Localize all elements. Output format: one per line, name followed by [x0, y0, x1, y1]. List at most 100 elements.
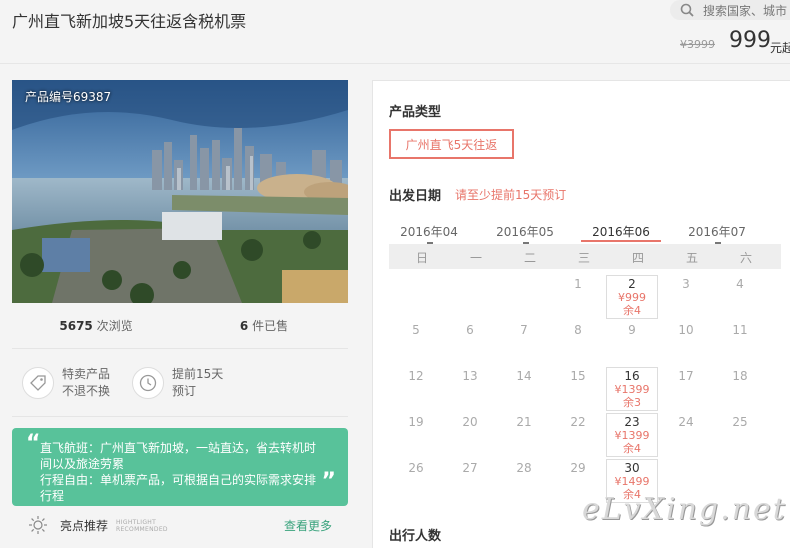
date-price: ¥1499	[614, 475, 650, 488]
highlight-summary: “ 直飞航班：广州直飞新加坡，一站直达，省去转机时 间以及旅途劳累 行程自由：单…	[12, 428, 348, 506]
calendar-day: 3	[682, 277, 690, 291]
calendar-day: 2	[628, 277, 636, 291]
calendar-day: 27	[462, 461, 478, 475]
recommend-en-2: RECOMMENDED	[116, 526, 168, 533]
close-quote-icon: ”	[321, 469, 336, 494]
product-photo: 产品编号69387	[12, 80, 348, 303]
booking-panel: 产品类型 广州直飞5天往返 出发日期 请至少提前15天预订 2016年04 201…	[372, 80, 790, 548]
month-tab[interactable]: 2016年05	[485, 223, 565, 244]
calendar-day: 23	[624, 415, 640, 429]
calendar-day: 15	[570, 369, 586, 383]
calendar-day: 17	[678, 369, 694, 383]
month-tabs: 2016年04 2016年05 2016年06 2016年07	[389, 219, 781, 247]
sold-stat: 6 件已售	[180, 317, 348, 334]
active-month-underline	[581, 240, 661, 242]
original-price: ¥3999	[680, 38, 715, 51]
feature-advance-line1: 提前15天	[172, 366, 224, 381]
date-remaining: 余4	[623, 442, 641, 455]
calendar-day: 30	[624, 461, 640, 475]
site-watermark: eLvXing.net	[582, 492, 787, 527]
travelers-title: 出行人数	[389, 529, 442, 544]
view-more-link[interactable]: 查看更多	[284, 517, 332, 534]
open-quote-icon: “	[26, 431, 41, 456]
month-tab[interactable]: 2016年04	[389, 223, 469, 244]
search-icon	[680, 3, 694, 17]
month-tab[interactable]: 2016年07	[677, 223, 757, 244]
recommend-row: 亮点推荐 HIGHTLIGHT RECOMMENDED 查看更多	[12, 506, 348, 542]
month-tab[interactable]: 2016年06	[581, 223, 661, 242]
feature-sale: 特卖产品 不退不换	[22, 366, 132, 400]
product-summary: 产品编号69387 5675 次浏览 6 件已售 特卖产品 不退不换 提前15天…	[12, 80, 348, 542]
weekday-label: 日	[415, 251, 428, 265]
product-type-title: 产品类型	[389, 105, 442, 120]
header-bar: 广州直飞新加坡5天往返含税机票 搜索国家、城市 ¥3999 999 元起	[0, 0, 790, 64]
calendar-day: 20	[462, 415, 478, 429]
recommend-subtitle: HIGHTLIGHT RECOMMENDED	[116, 519, 168, 533]
sold-count: 6	[239, 319, 249, 333]
weekday-label: 五	[685, 251, 698, 265]
calendar-day: 25	[732, 415, 748, 429]
feature-advance-line2: 预订	[172, 383, 197, 398]
calendar-day: 19	[408, 415, 424, 429]
feature-advance: 提前15天 预订	[132, 366, 242, 400]
departure-note: 请至少提前15天预订	[455, 188, 567, 202]
page-title: 广州直飞新加坡5天往返含税机票	[12, 12, 247, 31]
date-price: ¥1399	[614, 429, 650, 442]
date-remaining: 余4	[623, 304, 641, 317]
date-price: ¥1399	[614, 383, 650, 396]
recommend-title: 亮点推荐	[60, 519, 109, 533]
weekday-label: 一	[469, 251, 482, 265]
month-tab-label: 2016年07	[688, 225, 746, 239]
calendar-day: 16	[624, 369, 640, 383]
highlight-line: 行程	[40, 489, 65, 503]
clock-icon	[132, 366, 164, 399]
highlight-line: 间以及旅途劳累	[40, 457, 125, 471]
current-price: 999	[729, 28, 771, 53]
weekday-label: 六	[739, 251, 752, 265]
sun-icon	[29, 516, 47, 534]
calendar-day: 22	[570, 415, 586, 429]
calendar-day: 4	[736, 277, 744, 291]
calendar-day: 1	[574, 277, 582, 291]
available-date-cell[interactable]: 23 ¥1399 余4	[606, 413, 658, 457]
search-placeholder: 搜索国家、城市	[703, 4, 788, 18]
calendar-day: 12	[408, 369, 424, 383]
views-stat: 5675 次浏览	[12, 317, 180, 334]
calendar-day: 29	[570, 461, 586, 475]
calendar-day: 10	[678, 323, 694, 337]
highlight-line: 行程自由：单机票产品，可根据自己的实际需求安排	[40, 473, 317, 487]
calendar-day: 7	[520, 323, 528, 337]
features-row: 特卖产品 不退不换 提前15天 预订	[12, 349, 348, 417]
month-tab-label: 2016年05	[496, 225, 554, 239]
highlight-line: 直飞航班：广州直飞新加坡，一站直达，省去转机时	[40, 441, 317, 455]
calendar-day: 18	[732, 369, 748, 383]
calendar-day: 26	[408, 461, 424, 475]
calendar-day: 8	[574, 323, 582, 337]
feature-sale-line2: 不退不换	[62, 383, 111, 398]
singapore-skyline-image	[12, 80, 348, 303]
calendar-day: 11	[732, 323, 748, 337]
tag-icon	[22, 366, 54, 399]
calendar-day: 6	[466, 323, 474, 337]
weekday-header: 日一二三四五六	[389, 244, 781, 269]
date-remaining: 余3	[623, 396, 641, 409]
calendar-day: 14	[516, 369, 532, 383]
calendar-day: 5	[412, 323, 420, 337]
calendar-day: 13	[462, 369, 478, 383]
views-count: 5675	[59, 319, 93, 333]
month-tab-label: 2016年06	[592, 225, 650, 239]
stats-row: 5675 次浏览 6 件已售	[12, 303, 348, 349]
search-box[interactable]: 搜索国家、城市	[670, 0, 790, 20]
available-date-cell[interactable]: 16 ¥1399 余3	[606, 367, 658, 411]
product-code: 产品编号69387	[25, 90, 112, 104]
date-price: ¥999	[618, 291, 646, 304]
views-label: 次浏览	[96, 319, 133, 333]
available-date-cell[interactable]: 2 ¥999 余4	[606, 275, 658, 319]
weekday-label: 三	[577, 251, 590, 265]
departure-date-title: 出发日期	[389, 189, 442, 204]
calendar-day: 28	[516, 461, 532, 475]
calendar-day: 21	[516, 415, 532, 429]
calendar-day: 9	[628, 323, 636, 337]
feature-sale-line1: 特卖产品	[62, 366, 111, 381]
product-type-option[interactable]: 广州直飞5天往返	[389, 129, 514, 159]
